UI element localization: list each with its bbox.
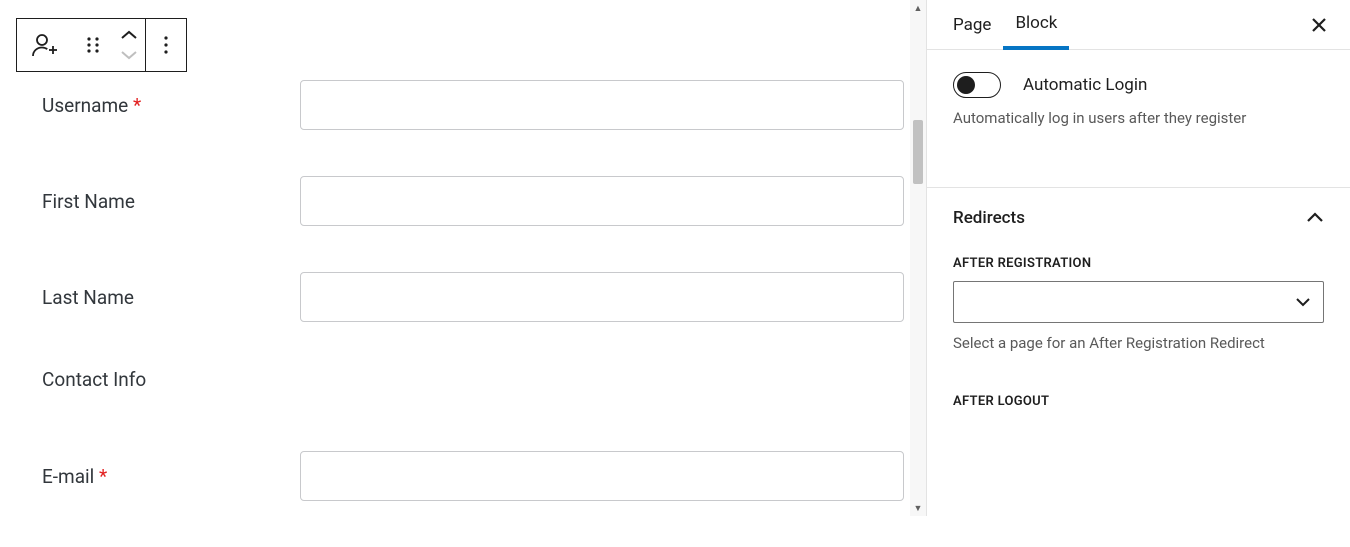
tab-page[interactable]: Page [941, 0, 1003, 50]
user-add-icon [30, 32, 60, 58]
first-name-input[interactable] [300, 176, 904, 226]
scroll-down-arrow[interactable]: ▼ [910, 500, 926, 516]
inspector-panel: Page Block Automatic Login Automatically… [926, 0, 1350, 516]
section-caption: After Registration [953, 256, 1324, 271]
toggle-knob [957, 76, 975, 94]
last-name-input[interactable] [300, 272, 904, 322]
form-fields: Username * First Name Last Name Contact … [16, 80, 904, 547]
more-vertical-icon [163, 35, 169, 55]
email-input[interactable] [300, 451, 904, 501]
chevron-down-icon [1295, 297, 1311, 307]
move-down-button[interactable] [113, 45, 145, 65]
help-text: Automatically log in users after they re… [953, 108, 1324, 129]
panel-title: Redirects [953, 208, 1025, 228]
chevron-up-icon [120, 30, 138, 40]
inspector-tabs: Page Block [927, 0, 1350, 50]
label-text: Username [42, 94, 128, 117]
field-row-first-name: First Name [16, 176, 904, 226]
field-row-email: E-mail * [16, 451, 904, 501]
field-row-username: Username * [16, 80, 904, 130]
editor-scrollbar[interactable]: ▲ ▼ [910, 0, 926, 516]
field-label: E-mail * [16, 465, 300, 488]
toggle-label: Automatic Login [1023, 75, 1147, 95]
move-up-button[interactable] [113, 25, 145, 45]
move-buttons [113, 25, 145, 65]
label-text: Last Name [42, 286, 134, 309]
field-label: Username * [16, 94, 300, 117]
required-asterisk: * [133, 94, 141, 117]
username-input[interactable] [300, 80, 904, 130]
panel-redirects-header[interactable]: Redirects [927, 188, 1350, 248]
field-row-last-name: Last Name [16, 272, 904, 322]
scroll-up-arrow[interactable]: ▲ [910, 0, 926, 16]
field-label: Last Name [16, 286, 300, 309]
chevron-down-icon [120, 50, 138, 60]
editor-canvas: Username * First Name Last Name Contact … [0, 0, 920, 516]
tab-block[interactable]: Block [1003, 0, 1069, 50]
help-text: Select a page for an After Registration … [953, 333, 1324, 354]
panel-automatic-login: Automatic Login Automatically log in use… [927, 50, 1350, 139]
label-text: E-mail [42, 465, 94, 488]
block-toolbar [16, 18, 187, 72]
section-heading: Contact Info [16, 368, 146, 391]
after-logout-section: After Logout [927, 364, 1350, 429]
block-type-button[interactable] [17, 19, 73, 71]
after-registration-section: After Registration Select a page for an … [927, 248, 1350, 364]
automatic-login-toggle[interactable] [953, 72, 1001, 98]
required-asterisk: * [99, 465, 107, 488]
field-label: First Name [16, 190, 300, 213]
section-caption: After Logout [953, 394, 1324, 409]
close-inspector-button[interactable] [1302, 8, 1336, 42]
label-text: First Name [42, 190, 135, 213]
after-registration-select[interactable] [953, 281, 1324, 323]
chevron-up-icon [1306, 212, 1324, 224]
more-options-button[interactable] [146, 19, 186, 71]
close-icon [1310, 16, 1328, 34]
drag-dots-icon [85, 35, 101, 55]
field-row-contact-info: Contact Info [16, 368, 904, 391]
drag-handle-button[interactable] [73, 19, 113, 71]
scrollbar-thumb[interactable] [913, 120, 923, 184]
